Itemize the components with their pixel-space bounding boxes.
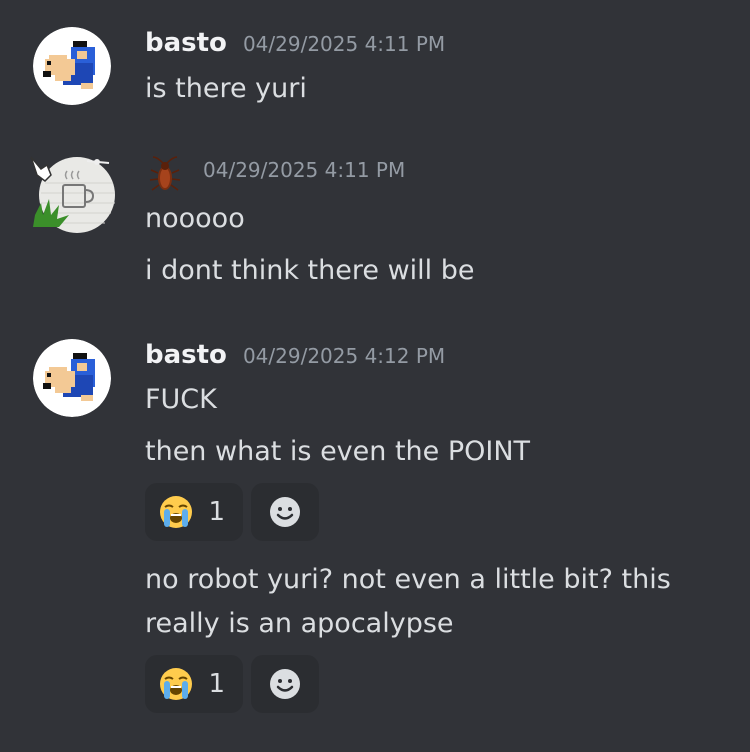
loudly-crying-face-icon xyxy=(160,496,192,528)
basto-avatar[interactable] xyxy=(33,339,111,417)
timestamp: 04/29/2025 4:11 PM xyxy=(242,32,446,56)
message-text: FUCK xyxy=(145,384,217,415)
reaction-count: 1 xyxy=(208,497,225,527)
cockroach-icon xyxy=(149,156,181,191)
pixel-art-avatar-icon xyxy=(33,339,111,417)
message-text: then what is even the POINT xyxy=(145,436,531,467)
reaction-count: 1 xyxy=(208,669,225,699)
pixel-art-avatar-icon xyxy=(33,27,111,105)
username[interactable]: basto xyxy=(145,340,227,370)
message-text: nooooo xyxy=(145,203,245,234)
message-header: basto 04/29/2025 4:12 PM xyxy=(145,340,445,374)
message-text: i dont think there will be xyxy=(145,255,475,286)
reaction-loudly-crying[interactable]: 1 xyxy=(145,483,243,541)
message-text: is there yuri xyxy=(145,73,307,104)
basto-avatar[interactable] xyxy=(33,27,111,105)
reaction-loudly-crying[interactable]: 1 xyxy=(145,655,243,713)
add-reaction-button[interactable] xyxy=(251,483,319,541)
coffee-avatar[interactable] xyxy=(25,155,115,235)
loudly-crying-face-icon xyxy=(160,668,192,700)
username[interactable]: basto xyxy=(145,28,227,58)
message-text: no robot yuri? not even a little bit? th… xyxy=(145,564,671,639)
coffee-cup-avatar-icon xyxy=(30,156,115,233)
add-reaction-button[interactable] xyxy=(251,655,319,713)
message-header: basto 04/29/2025 4:11 PM xyxy=(145,28,445,62)
reaction-bar: 1 xyxy=(145,655,319,713)
timestamp: 04/29/2025 4:11 PM xyxy=(203,158,406,182)
smiley-add-reaction-icon xyxy=(270,669,300,699)
reaction-bar: 1 xyxy=(145,483,319,541)
timestamp: 04/29/2025 4:12 PM xyxy=(242,344,446,368)
smiley-add-reaction-icon xyxy=(270,497,300,527)
message-header: 04/29/2025 4:11 PM xyxy=(145,156,406,192)
